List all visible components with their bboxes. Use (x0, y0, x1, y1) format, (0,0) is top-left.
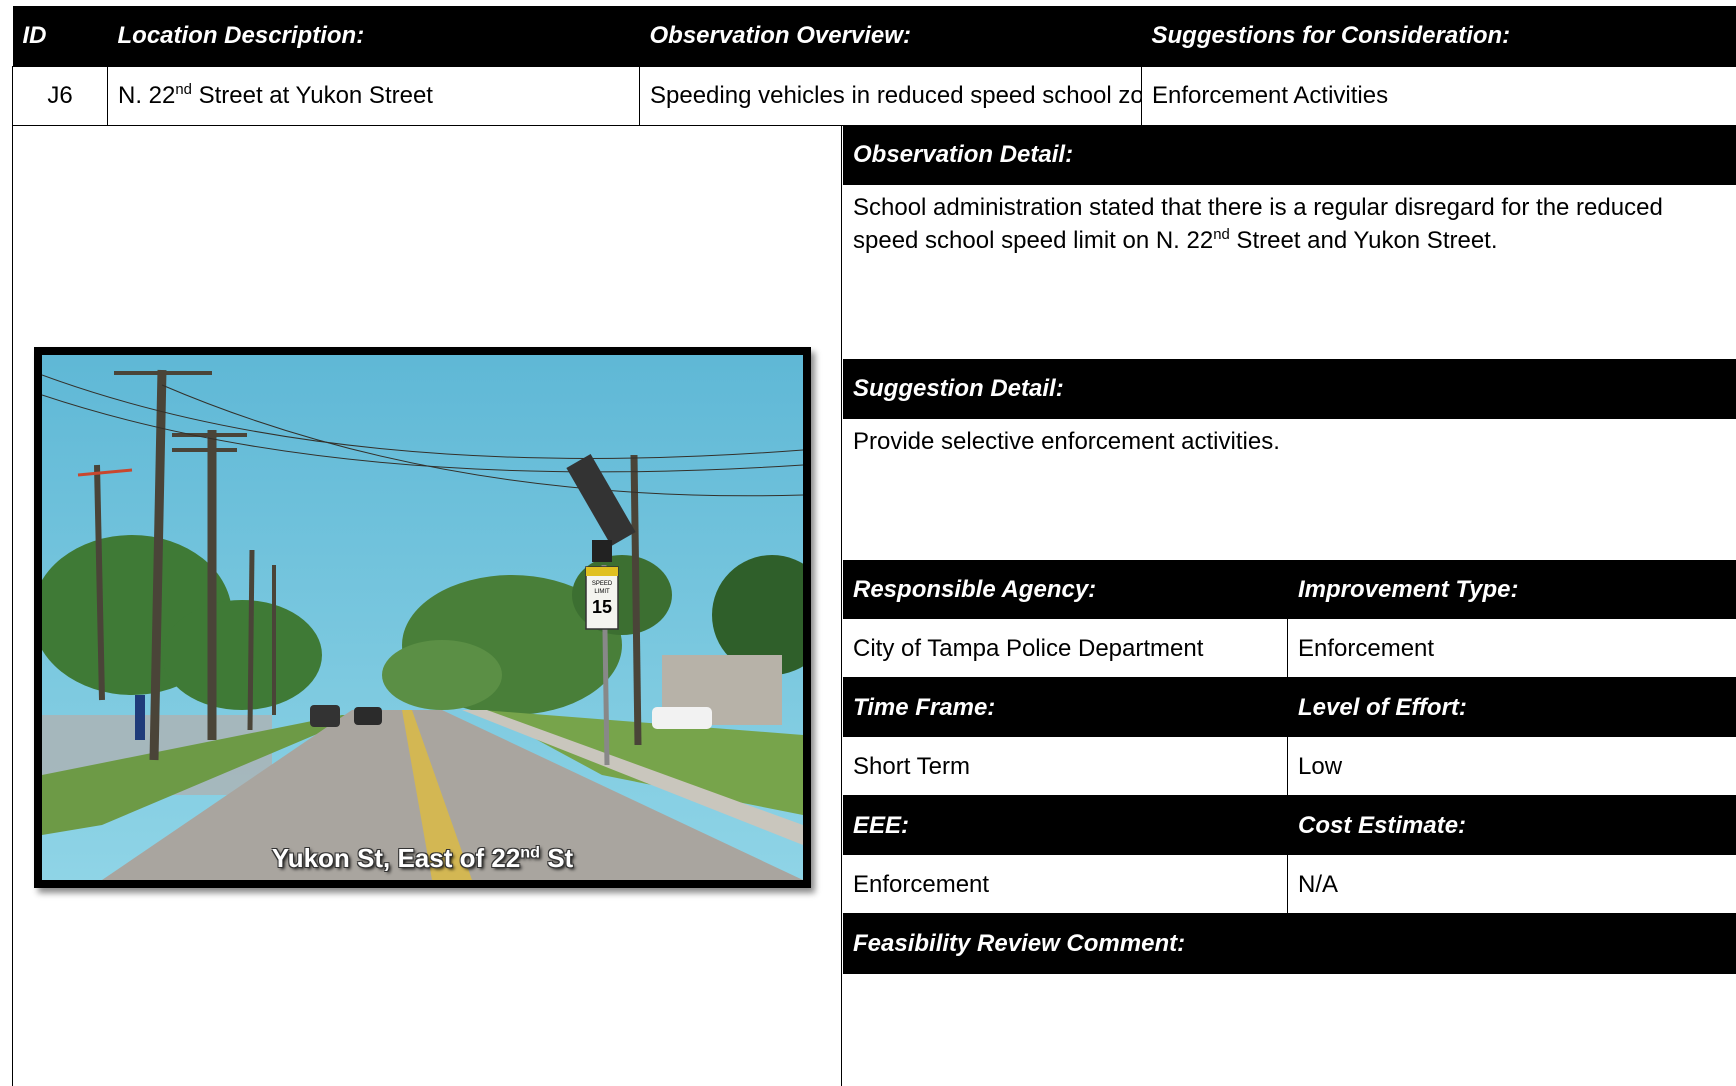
agency-header-row: Responsible Agency: Improvement Type: (843, 560, 1736, 619)
location-photo: SPEED LIMIT 15 Yukon St, East of 22nd St (34, 347, 811, 888)
timeframe-value-row: Short Term Low (843, 737, 1736, 796)
location-description-header: Location Description: (107, 6, 640, 66)
sign-text-limit: LIMIT (594, 589, 610, 595)
location-text-end: Street at Yukon Street (191, 81, 433, 109)
improvement-type-label: Improvement Type: (1288, 560, 1736, 619)
photo-panel: SPEED LIMIT 15 Yukon St, East of 22nd St (12, 125, 842, 1086)
level-of-effort-label: Level of Effort: (1288, 678, 1736, 737)
pedestrian (135, 695, 145, 740)
location-description-cell: N. 22nd Street at Yukon Street (107, 65, 640, 126)
eee-label: EEE: (843, 796, 1288, 855)
location-text: N. 22 (118, 81, 176, 109)
police-car (652, 707, 712, 729)
eee-header-row: EEE: Cost Estimate: (843, 796, 1736, 855)
street-photo-image: SPEED LIMIT 15 (42, 355, 803, 880)
suggestion-detail-header: Suggestion Detail: (843, 359, 1736, 419)
id-header: ID (12, 6, 108, 66)
summary-header-row: ID Location Description: Observation Ove… (12, 6, 1736, 66)
level-of-effort-value: Low (1288, 737, 1736, 796)
observation-detail-header: Observation Detail: (843, 125, 1736, 185)
feasibility-review-text (843, 974, 1736, 1074)
caption-superscript: nd (520, 843, 540, 862)
observation-text-end: Street and Yukon Street. (1229, 227, 1498, 254)
eee-value: Enforcement (843, 855, 1288, 914)
summary-data-row: J6 N. 22nd Street at Yukon Street Speedi… (12, 65, 1736, 126)
cost-estimate-label: Cost Estimate: (1288, 796, 1736, 855)
eee-value-row: Enforcement N/A (843, 855, 1736, 914)
caption-text-end: St (539, 843, 574, 873)
observation-superscript: nd (1213, 227, 1230, 243)
car (310, 705, 340, 727)
responsible-agency-value: City of Tampa Police Department (843, 619, 1288, 678)
photo-caption: Yukon St, East of 22nd St (34, 843, 811, 874)
suggestion-detail-text: Provide selective enforcement activities… (853, 428, 1280, 455)
feasibility-review-header: Feasibility Review Comment: (843, 914, 1736, 974)
location-superscript: nd (175, 81, 192, 98)
caption-text: Yukon St, East of 22 (271, 843, 521, 873)
improvement-type-value: Enforcement (1288, 619, 1736, 678)
responsible-agency-label: Responsible Agency: (843, 560, 1288, 619)
summary-table: ID Location Description: Observation Ove… (12, 6, 1736, 126)
cost-estimate-value: N/A (1288, 855, 1736, 914)
detail-panel: Observation Detail: School administratio… (843, 125, 1736, 1074)
timeframe-header-row: Time Frame: Level of Effort: (843, 678, 1736, 737)
suggestions-cell: Enforcement Activities (1141, 65, 1736, 126)
observation-overview-cell: Speeding vehicles in reduced speed schoo… (639, 65, 1142, 126)
time-frame-value: Short Term (843, 737, 1288, 796)
suggestions-header: Suggestions for Consideration: (1141, 6, 1736, 66)
id-cell: J6 (12, 65, 108, 126)
time-frame-label: Time Frame: (843, 678, 1288, 737)
agency-value-row: City of Tampa Police Department Enforcem… (843, 619, 1736, 678)
observation-detail-text: School administration stated that there … (843, 185, 1736, 359)
observation-overview-header: Observation Overview: (639, 6, 1142, 66)
sign-text-speed: SPEED (592, 581, 613, 587)
sign-speed-value: 15 (592, 597, 612, 617)
car (354, 707, 382, 725)
